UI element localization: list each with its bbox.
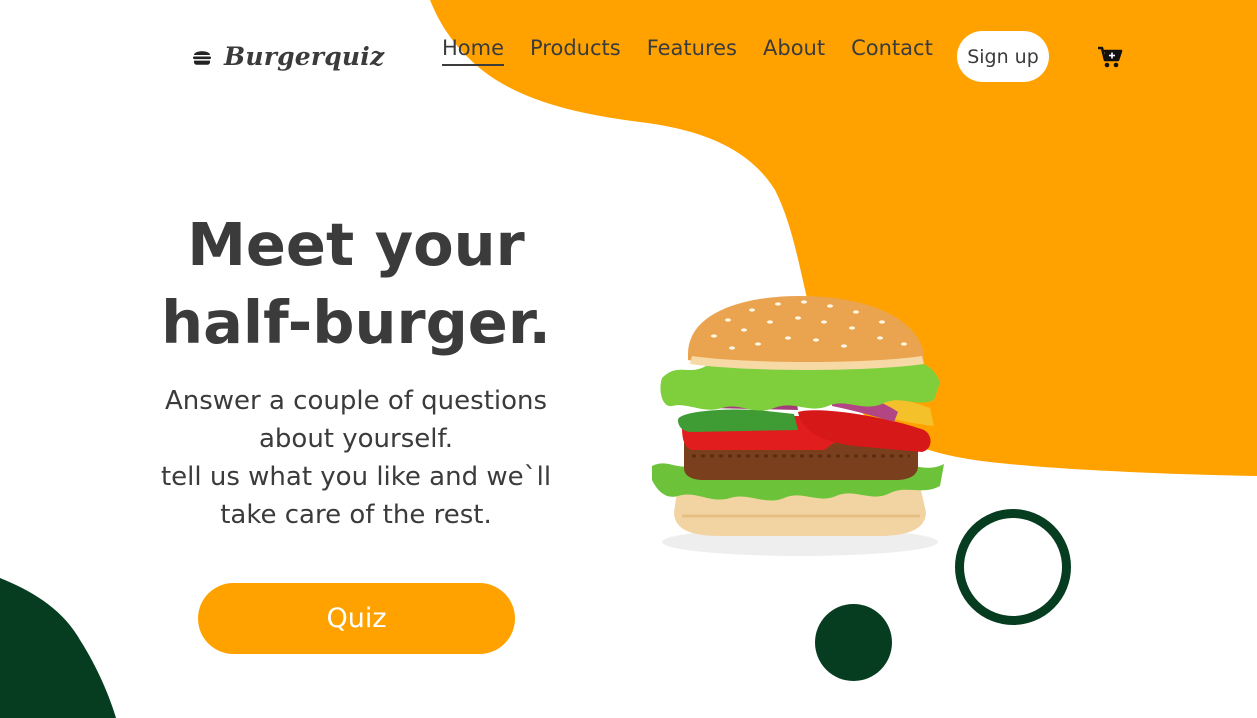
- sign-up-button[interactable]: Sign up: [957, 31, 1049, 82]
- nav-about[interactable]: About: [763, 36, 825, 64]
- brand-logo[interactable]: Burgerquiz: [192, 42, 384, 71]
- burger-icon: [193, 50, 211, 65]
- landing-page: Burgerquiz Home Products Features About …: [0, 0, 1257, 718]
- brand-name: Burgerquiz: [224, 42, 385, 71]
- hero-title: Meet your half-burger.: [130, 206, 582, 362]
- cart-icon[interactable]: [1097, 45, 1123, 69]
- hero-title-line-2: half-burger.: [161, 288, 551, 357]
- nav-features[interactable]: Features: [647, 36, 737, 64]
- nav-products[interactable]: Products: [530, 36, 621, 64]
- hero-subtitle-line-3: tell us what you like and we`ll: [160, 462, 552, 492]
- quiz-button[interactable]: Quiz: [198, 583, 515, 654]
- decorative-dot: [815, 604, 892, 681]
- hero-subtitle-line-1: Answer a couple of questions: [164, 386, 548, 416]
- green-corner-blob: [0, 578, 116, 718]
- decorative-ring: [955, 509, 1071, 625]
- hero-subtitle: Answer a couple of questions about yours…: [130, 382, 582, 534]
- nav-home[interactable]: Home: [442, 36, 505, 66]
- nav-contact[interactable]: Contact: [851, 36, 933, 64]
- hero-subtitle-line-2: about yourself.: [258, 424, 454, 454]
- hero-title-line-1: Meet your: [187, 210, 525, 279]
- burger-image: [652, 296, 944, 556]
- hero-subtitle-line-4: take care of the rest.: [220, 500, 492, 530]
- main-nav: Home Products Features About Contact: [442, 36, 959, 66]
